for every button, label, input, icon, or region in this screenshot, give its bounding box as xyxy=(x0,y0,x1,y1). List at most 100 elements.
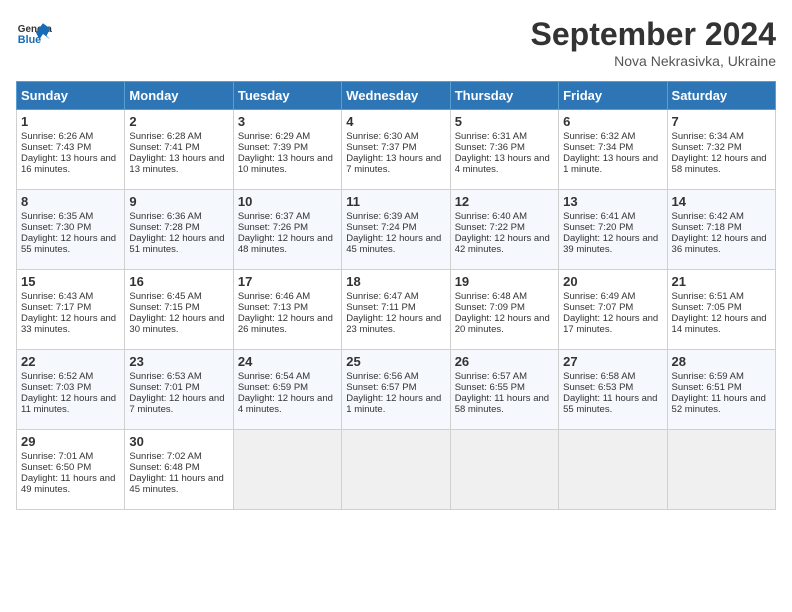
sunrise-text: Sunrise: 7:01 AM xyxy=(21,451,93,462)
sunset-text: Sunset: 7:15 PM xyxy=(129,302,199,313)
sunset-text: Sunset: 7:26 PM xyxy=(238,222,308,233)
day-number: 17 xyxy=(238,274,337,289)
day-number: 5 xyxy=(455,114,554,129)
table-row: 17Sunrise: 6:46 AMSunset: 7:13 PMDayligh… xyxy=(233,270,341,350)
sunset-text: Sunset: 7:34 PM xyxy=(563,142,633,153)
logo-icon: General Blue xyxy=(16,16,52,52)
daylight-text: Daylight: 12 hours and 1 minute. xyxy=(346,393,441,415)
day-header-thursday: Thursday xyxy=(450,82,558,110)
table-row: 4Sunrise: 6:30 AMSunset: 7:37 PMDaylight… xyxy=(342,110,450,190)
sunrise-text: Sunrise: 6:39 AM xyxy=(346,211,418,222)
daylight-text: Daylight: 12 hours and 17 minutes. xyxy=(563,313,658,335)
page-header: General Blue September 2024 Nova Nekrasi… xyxy=(16,16,776,69)
daylight-text: Daylight: 12 hours and 11 minutes. xyxy=(21,393,116,415)
sunset-text: Sunset: 7:32 PM xyxy=(672,142,742,153)
day-number: 1 xyxy=(21,114,120,129)
table-row: 27Sunrise: 6:58 AMSunset: 6:53 PMDayligh… xyxy=(559,350,667,430)
day-number: 24 xyxy=(238,354,337,369)
table-row xyxy=(233,430,341,510)
table-row: 20Sunrise: 6:49 AMSunset: 7:07 PMDayligh… xyxy=(559,270,667,350)
day-header-monday: Monday xyxy=(125,82,233,110)
sunset-text: Sunset: 7:03 PM xyxy=(21,382,91,393)
sunrise-text: Sunrise: 6:29 AM xyxy=(238,131,310,142)
sunset-text: Sunset: 7:43 PM xyxy=(21,142,91,153)
sunset-text: Sunset: 7:17 PM xyxy=(21,302,91,313)
sunset-text: Sunset: 7:28 PM xyxy=(129,222,199,233)
daylight-text: Daylight: 13 hours and 7 minutes. xyxy=(346,153,441,175)
sunset-text: Sunset: 7:41 PM xyxy=(129,142,199,153)
daylight-text: Daylight: 12 hours and 55 minutes. xyxy=(21,233,116,255)
sunrise-text: Sunrise: 6:57 AM xyxy=(455,371,527,382)
day-number: 10 xyxy=(238,194,337,209)
sunset-text: Sunset: 7:05 PM xyxy=(672,302,742,313)
day-number: 21 xyxy=(672,274,771,289)
day-number: 11 xyxy=(346,194,445,209)
table-row: 18Sunrise: 6:47 AMSunset: 7:11 PMDayligh… xyxy=(342,270,450,350)
day-number: 7 xyxy=(672,114,771,129)
sunset-text: Sunset: 6:59 PM xyxy=(238,382,308,393)
sunset-text: Sunset: 7:36 PM xyxy=(455,142,525,153)
day-number: 6 xyxy=(563,114,662,129)
table-row: 13Sunrise: 6:41 AMSunset: 7:20 PMDayligh… xyxy=(559,190,667,270)
sunrise-text: Sunrise: 6:35 AM xyxy=(21,211,93,222)
sunrise-text: Sunrise: 6:53 AM xyxy=(129,371,201,382)
sunrise-text: Sunrise: 6:28 AM xyxy=(129,131,201,142)
table-row: 12Sunrise: 6:40 AMSunset: 7:22 PMDayligh… xyxy=(450,190,558,270)
daylight-text: Daylight: 12 hours and 39 minutes. xyxy=(563,233,658,255)
sunrise-text: Sunrise: 6:58 AM xyxy=(563,371,635,382)
table-row: 26Sunrise: 6:57 AMSunset: 6:55 PMDayligh… xyxy=(450,350,558,430)
daylight-text: Daylight: 12 hours and 14 minutes. xyxy=(672,313,767,335)
sunset-text: Sunset: 7:24 PM xyxy=(346,222,416,233)
sunset-text: Sunset: 6:51 PM xyxy=(672,382,742,393)
table-row: 1Sunrise: 6:26 AMSunset: 7:43 PMDaylight… xyxy=(17,110,125,190)
table-row: 5Sunrise: 6:31 AMSunset: 7:36 PMDaylight… xyxy=(450,110,558,190)
table-row: 28Sunrise: 6:59 AMSunset: 6:51 PMDayligh… xyxy=(667,350,775,430)
sunset-text: Sunset: 7:39 PM xyxy=(238,142,308,153)
sunrise-text: Sunrise: 6:48 AM xyxy=(455,291,527,302)
sunrise-text: Sunrise: 6:32 AM xyxy=(563,131,635,142)
table-row xyxy=(342,430,450,510)
day-header-tuesday: Tuesday xyxy=(233,82,341,110)
table-row: 2Sunrise: 6:28 AMSunset: 7:41 PMDaylight… xyxy=(125,110,233,190)
table-row: 25Sunrise: 6:56 AMSunset: 6:57 PMDayligh… xyxy=(342,350,450,430)
month-title: September 2024 xyxy=(531,16,776,53)
daylight-text: Daylight: 12 hours and 4 minutes. xyxy=(238,393,333,415)
sunset-text: Sunset: 6:50 PM xyxy=(21,462,91,473)
table-row: 10Sunrise: 6:37 AMSunset: 7:26 PMDayligh… xyxy=(233,190,341,270)
sunrise-text: Sunrise: 6:40 AM xyxy=(455,211,527,222)
sunrise-text: Sunrise: 6:49 AM xyxy=(563,291,635,302)
table-row xyxy=(667,430,775,510)
sunset-text: Sunset: 7:01 PM xyxy=(129,382,199,393)
daylight-text: Daylight: 11 hours and 58 minutes. xyxy=(455,393,549,415)
sunrise-text: Sunrise: 6:31 AM xyxy=(455,131,527,142)
table-row: 30Sunrise: 7:02 AMSunset: 6:48 PMDayligh… xyxy=(125,430,233,510)
day-number: 2 xyxy=(129,114,228,129)
daylight-text: Daylight: 12 hours and 42 minutes. xyxy=(455,233,550,255)
sunrise-text: Sunrise: 6:43 AM xyxy=(21,291,93,302)
day-number: 12 xyxy=(455,194,554,209)
table-row: 6Sunrise: 6:32 AMSunset: 7:34 PMDaylight… xyxy=(559,110,667,190)
sunrise-text: Sunrise: 6:41 AM xyxy=(563,211,635,222)
day-number: 27 xyxy=(563,354,662,369)
daylight-text: Daylight: 11 hours and 49 minutes. xyxy=(21,473,115,495)
daylight-text: Daylight: 12 hours and 51 minutes. xyxy=(129,233,224,255)
table-row: 19Sunrise: 6:48 AMSunset: 7:09 PMDayligh… xyxy=(450,270,558,350)
day-number: 23 xyxy=(129,354,228,369)
sunset-text: Sunset: 7:37 PM xyxy=(346,142,416,153)
sunrise-text: Sunrise: 6:56 AM xyxy=(346,371,418,382)
day-number: 28 xyxy=(672,354,771,369)
day-header-sunday: Sunday xyxy=(17,82,125,110)
daylight-text: Daylight: 12 hours and 30 minutes. xyxy=(129,313,224,335)
daylight-text: Daylight: 11 hours and 52 minutes. xyxy=(672,393,766,415)
table-row: 16Sunrise: 6:45 AMSunset: 7:15 PMDayligh… xyxy=(125,270,233,350)
sunrise-text: Sunrise: 6:26 AM xyxy=(21,131,93,142)
day-number: 22 xyxy=(21,354,120,369)
sunrise-text: Sunrise: 6:54 AM xyxy=(238,371,310,382)
calendar-table: SundayMondayTuesdayWednesdayThursdayFrid… xyxy=(16,81,776,510)
daylight-text: Daylight: 11 hours and 55 minutes. xyxy=(563,393,657,415)
day-number: 3 xyxy=(238,114,337,129)
table-row: 9Sunrise: 6:36 AMSunset: 7:28 PMDaylight… xyxy=(125,190,233,270)
daylight-text: Daylight: 12 hours and 58 minutes. xyxy=(672,153,767,175)
logo: General Blue xyxy=(16,16,52,52)
day-number: 19 xyxy=(455,274,554,289)
